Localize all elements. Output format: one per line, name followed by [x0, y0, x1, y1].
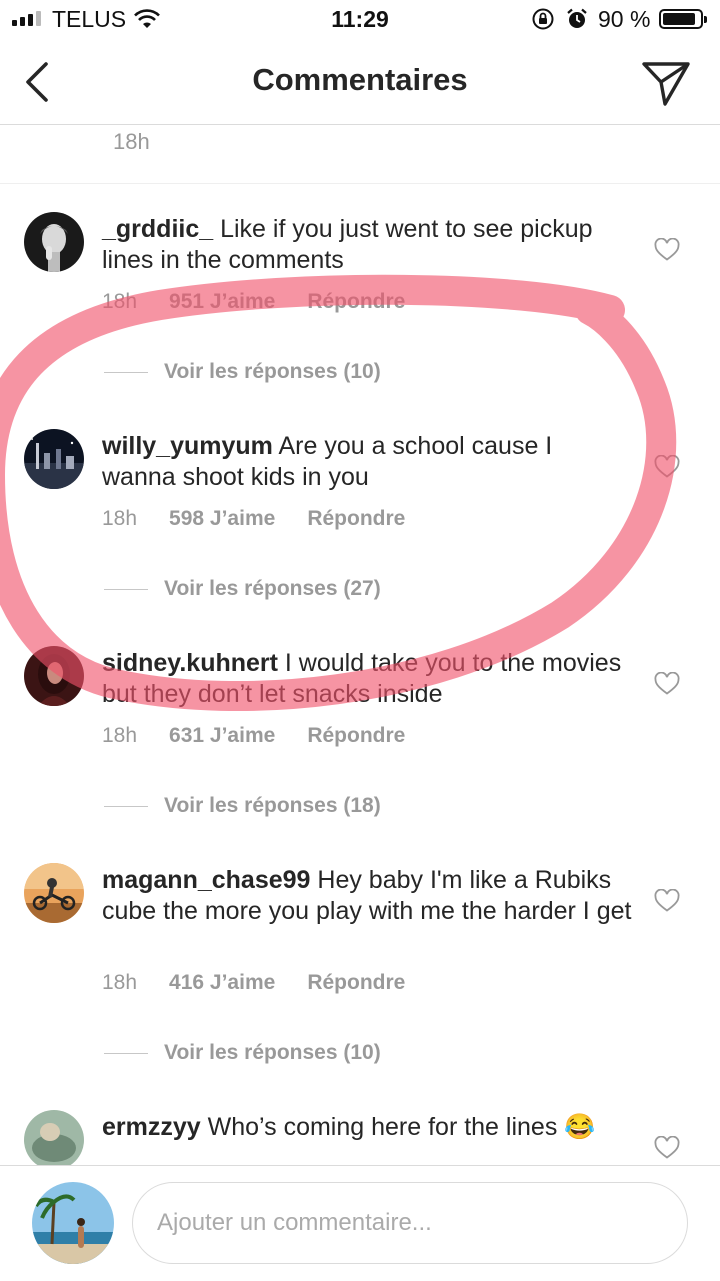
like-heart-icon[interactable]	[654, 455, 680, 479]
comment-meta: 18h 416 J’aime Répondre	[102, 971, 437, 995]
comment-timestamp: 18h	[102, 971, 138, 994]
page-title: Commentaires	[252, 62, 468, 97]
comment-timestamp: 18h	[102, 507, 138, 530]
view-replies-button[interactable]: Voir les réponses (10)	[104, 1041, 381, 1065]
likes-count[interactable]: 631 J’aime	[169, 724, 275, 747]
comment-body: Who’s coming here for the lines 😂	[200, 1113, 596, 1141]
rotation-lock-icon	[532, 8, 554, 30]
direct-message-button[interactable]	[640, 58, 692, 108]
comment-username[interactable]: sidney.kuhnert	[102, 649, 278, 677]
reply-button[interactable]: Répondre	[307, 724, 405, 747]
comment-username[interactable]: magann_chase99	[102, 866, 310, 894]
divider	[0, 183, 720, 184]
comment-username[interactable]: willy_yumyum	[102, 432, 273, 460]
likes-count[interactable]: 416 J’aime	[169, 971, 275, 994]
avatar[interactable]	[24, 1110, 84, 1165]
nav-bar: Commentaires	[0, 40, 720, 125]
view-replies-label: Voir les réponses (18)	[164, 794, 381, 817]
like-heart-icon[interactable]	[654, 238, 680, 262]
comment-input-bar	[0, 1165, 720, 1281]
battery-percent: 90 %	[598, 6, 651, 32]
comment-text: willy_yumyum Are you a school cause I wa…	[102, 431, 632, 493]
comment-meta: 18h 951 J’aime Répondre	[102, 290, 437, 314]
comment-username[interactable]: _grddiic_	[102, 215, 213, 243]
divider	[104, 371, 148, 373]
view-replies-button[interactable]: Voir les réponses (10)	[104, 360, 381, 384]
divider	[104, 588, 148, 590]
battery-icon	[659, 9, 707, 29]
comment-meta: 18h 631 J’aime Répondre	[102, 724, 437, 748]
avatar[interactable]	[24, 646, 84, 706]
comment-text: _grddiic_ Like if you just went to see p…	[102, 214, 632, 276]
red-circle-annotation	[0, 274, 677, 712]
comment-timestamp: 18h	[102, 290, 138, 313]
comment-text: sidney.kuhnert I would take you to the m…	[102, 648, 632, 710]
like-heart-icon[interactable]	[654, 889, 680, 913]
like-heart-icon[interactable]	[654, 672, 680, 696]
paper-plane-icon	[642, 62, 690, 106]
view-replies-label: Voir les réponses (10)	[164, 360, 381, 383]
comment-username[interactable]: ermzzyy	[102, 1113, 201, 1141]
like-heart-icon[interactable]	[654, 1136, 680, 1160]
comment-timestamp: 18h	[113, 129, 150, 154]
avatar[interactable]	[24, 863, 84, 923]
comment-text: ermzzyy Who’s coming here for the lines …	[102, 1112, 632, 1143]
avatar[interactable]	[32, 1182, 114, 1264]
status-bar: TELUS 11:29 90 %	[0, 0, 720, 40]
view-replies-label: Voir les réponses (27)	[164, 577, 381, 600]
alarm-icon	[567, 8, 587, 28]
likes-count[interactable]: 951 J’aime	[169, 290, 275, 313]
comment-meta: 18h 598 J’aime Répondre	[102, 507, 437, 531]
comments-list[interactable]: 18h _grddiic_ Like if you just went to s…	[0, 125, 720, 1165]
avatar[interactable]	[24, 212, 84, 272]
reply-button[interactable]: Répondre	[307, 971, 405, 994]
reply-button[interactable]: Répondre	[307, 290, 405, 313]
comment-text: magann_chase99 Hey baby I'm like a Rubik…	[102, 865, 632, 927]
comment-timestamp: 18h	[102, 724, 138, 747]
avatar[interactable]	[24, 429, 84, 489]
reply-button[interactable]: Répondre	[307, 507, 405, 530]
view-replies-button[interactable]: Voir les réponses (27)	[104, 577, 381, 601]
divider	[104, 805, 148, 807]
view-replies-label: Voir les réponses (10)	[164, 1041, 381, 1064]
comment-input[interactable]	[132, 1182, 688, 1264]
likes-count[interactable]: 598 J’aime	[169, 507, 275, 530]
view-replies-button[interactable]: Voir les réponses (18)	[104, 794, 381, 818]
divider	[104, 1052, 148, 1054]
